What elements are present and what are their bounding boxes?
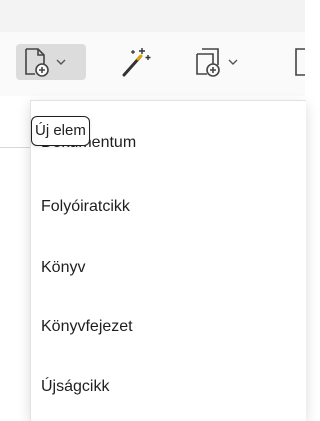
menu-item-konyv[interactable]: Könyv	[41, 246, 296, 290]
tooltip: Új elem	[31, 116, 90, 146]
new-document-icon	[20, 46, 52, 78]
menu-item-konyvfejezet[interactable]: Könyvfejezet	[41, 305, 296, 349]
document-icon	[292, 46, 305, 78]
chevron-down-icon[interactable]	[226, 55, 240, 69]
title-bar-strip	[0, 0, 305, 32]
chevron-down-icon[interactable]	[54, 55, 68, 69]
menu-item-folyoiratcikk[interactable]: Folyóiratcikk	[41, 185, 296, 229]
new-item-button[interactable]	[16, 44, 86, 80]
document-button[interactable]	[292, 44, 305, 80]
toolbar	[0, 32, 305, 96]
copy-add-icon	[192, 46, 224, 78]
divider	[0, 147, 30, 148]
new-item-dropdown-menu: Dokumentum Folyóiratcikk Könyv Könyvfeje…	[30, 100, 306, 421]
magic-wand-button[interactable]	[118, 44, 158, 80]
new-item-from-copy-button[interactable]	[192, 44, 256, 80]
magic-wand-icon	[118, 45, 152, 79]
menu-item-ujsagcikk[interactable]: Újságcikk	[41, 365, 296, 409]
